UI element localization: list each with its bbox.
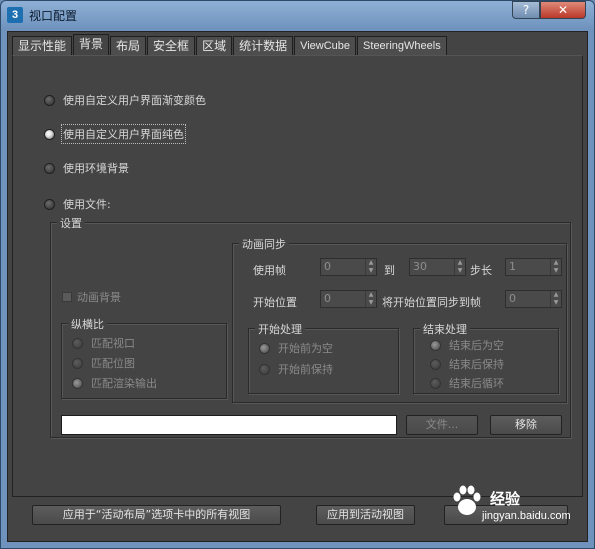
radio-loop-after-end[interactable]: 结束后循环 (430, 375, 504, 391)
settings-group: 设置 动画背景 纵横比 匹配视口 匹配位图 匹配渲染输出 动画同步 使用帧 0 … (50, 215, 571, 438)
checkbox-label: 动画背景 (77, 291, 121, 304)
radio-hold-before-start[interactable]: 开始前保持 (259, 361, 333, 377)
end-processing-group: 结束处理 结束后为空 结束后保持 结束后循环 (413, 321, 559, 394)
start-position-spinner[interactable]: 0 ▲ ▼ (320, 290, 377, 308)
radio-indicator (44, 128, 55, 140)
aspect-ratio-title: 纵横比 (68, 316, 107, 332)
radio-indicator (44, 198, 55, 210)
baidu-jingyan-watermark: 经验 jingyan.baidu.com (450, 484, 580, 530)
spinner-arrows[interactable]: ▲ ▼ (550, 259, 561, 275)
tab-statistics[interactable]: 统计数据 (233, 36, 294, 56)
sync-start-label: 将开始位置同步到帧 (382, 296, 481, 309)
animate-background-checkbox[interactable]: 动画背景 (62, 289, 121, 305)
radio-indicator (44, 94, 55, 106)
apply-to-all-views-button[interactable]: 应用于“活动布局”选项卡中的所有视图 (32, 505, 281, 525)
checkbox-box (62, 292, 72, 302)
radio-label: 结束后为空 (449, 339, 504, 352)
apply-to-active-view-button[interactable]: 应用到活动视图 (316, 505, 415, 525)
spinner-value: 0 (509, 292, 516, 305)
radio-hold-after-end[interactable]: 结束后保持 (430, 356, 504, 372)
tab-bar: 显示性能 背景 布局 安全框 区域 统计数据 ViewCube Steering… (12, 34, 448, 57)
start-position-label: 开始位置 (253, 296, 297, 309)
close-button[interactable]: ✕ (540, 1, 586, 19)
use-frame-end-spinner[interactable]: 30 ▲ ▼ (409, 258, 466, 276)
animation-sync-group: 动画同步 使用帧 0 ▲ ▼ 到 30 ▲ ▼ 步长 1 ▲ ▼ 开始位置 0 … (232, 236, 567, 403)
radio-indicator (259, 363, 270, 375)
radio-label: 匹配视口 (91, 337, 135, 350)
radio-blank-before-start[interactable]: 开始前为空 (259, 340, 333, 356)
use-frame-label: 使用帧 (253, 264, 286, 277)
background-tab-panel: 使用自定义用户界面渐变颜色 使用自定义用户界面纯色 使用环境背景 使用文件: 设… (12, 55, 583, 497)
app-3dsmax-icon: 3 (7, 7, 23, 23)
tab-regions[interactable]: 区域 (196, 36, 233, 56)
radio-indicator (259, 342, 270, 354)
viewport-config-window: 3 视口配置 ? ✕ 显示性能 背景 布局 安全框 区域 统计数据 ViewCu… (0, 0, 595, 549)
settings-group-title: 设置 (57, 215, 85, 231)
watermark-brand: 经验 (490, 490, 521, 508)
tab-safe-frames[interactable]: 安全框 (147, 36, 196, 56)
to-label: 到 (384, 264, 395, 277)
radio-indicator (72, 377, 83, 389)
radio-label: 匹配位图 (91, 357, 135, 370)
end-processing-title: 结束处理 (420, 321, 470, 337)
tab-layout[interactable]: 布局 (110, 36, 147, 56)
radio-blank-after-end[interactable]: 结束后为空 (430, 337, 504, 353)
spinner-value: 0 (324, 292, 331, 305)
tab-display-performance[interactable]: 显示性能 (12, 36, 73, 56)
radio-environment-background[interactable]: 使用环境背景 (44, 160, 129, 176)
spinner-arrows[interactable]: ▲ ▼ (365, 291, 376, 307)
remove-button[interactable]: 移除 (490, 415, 562, 435)
radio-match-viewport[interactable]: 匹配视口 (72, 335, 135, 351)
spinner-arrows[interactable]: ▲ ▼ (550, 291, 561, 307)
radio-indicator (72, 357, 83, 369)
start-processing-group: 开始处理 开始前为空 开始前保持 (248, 321, 399, 394)
sync-start-spinner[interactable]: 0 ▲ ▼ (505, 290, 562, 308)
radio-label: 结束后循环 (449, 377, 504, 390)
radio-label: 使用自定义用户界面纯色 (61, 124, 186, 144)
radio-label: 开始前保持 (278, 363, 333, 376)
radio-label: 结束后保持 (449, 358, 504, 371)
file-browse-button[interactable]: 文件... (406, 415, 478, 435)
spinner-arrows[interactable]: ▲ ▼ (365, 259, 376, 275)
tab-background[interactable]: 背景 (73, 34, 110, 57)
spinner-value: 0 (324, 260, 331, 273)
radio-solid-color[interactable]: 使用自定义用户界面纯色 (44, 124, 186, 144)
tab-steeringwheels[interactable]: SteeringWheels (357, 36, 447, 56)
use-frame-start-spinner[interactable]: 0 ▲ ▼ (320, 258, 377, 276)
radio-label: 开始前为空 (278, 342, 333, 355)
aspect-ratio-group: 纵横比 匹配视口 匹配位图 匹配渲染输出 (61, 316, 227, 399)
animation-sync-title: 动画同步 (239, 236, 289, 252)
radio-label: 使用自定义用户界面渐变颜色 (63, 94, 206, 107)
radio-indicator (430, 377, 441, 389)
dialog-client: 显示性能 背景 布局 安全框 区域 统计数据 ViewCube Steering… (7, 31, 588, 542)
radio-label: 匹配渲染输出 (91, 377, 157, 390)
radio-indicator (430, 358, 441, 370)
radio-indicator (72, 337, 83, 349)
start-processing-title: 开始处理 (255, 321, 305, 337)
spinner-value: 30 (413, 260, 427, 273)
step-spinner[interactable]: 1 ▲ ▼ (505, 258, 562, 276)
radio-gradient-color[interactable]: 使用自定义用户界面渐变颜色 (44, 92, 206, 108)
step-label: 步长 (470, 264, 492, 277)
help-button[interactable]: ? (512, 1, 540, 19)
radio-match-render-output[interactable]: 匹配渲染输出 (72, 375, 157, 391)
title-bar[interactable]: 3 视口配置 ? ✕ (1, 1, 594, 31)
spinner-arrows[interactable]: ▲ ▼ (454, 259, 465, 275)
window-title: 视口配置 (29, 9, 78, 23)
radio-indicator (430, 339, 441, 351)
radio-label: 使用环境背景 (63, 162, 129, 175)
watermark-url: jingyan.baidu.com (482, 510, 571, 522)
radio-use-file[interactable]: 使用文件: (44, 196, 111, 212)
file-path-field[interactable] (61, 415, 397, 435)
radio-indicator (44, 162, 55, 174)
radio-label: 使用文件: (63, 198, 111, 211)
radio-match-bitmap[interactable]: 匹配位图 (72, 355, 135, 371)
baidu-paw-icon (453, 485, 481, 515)
tab-viewcube[interactable]: ViewCube (294, 36, 357, 56)
spinner-value: 1 (509, 260, 516, 273)
